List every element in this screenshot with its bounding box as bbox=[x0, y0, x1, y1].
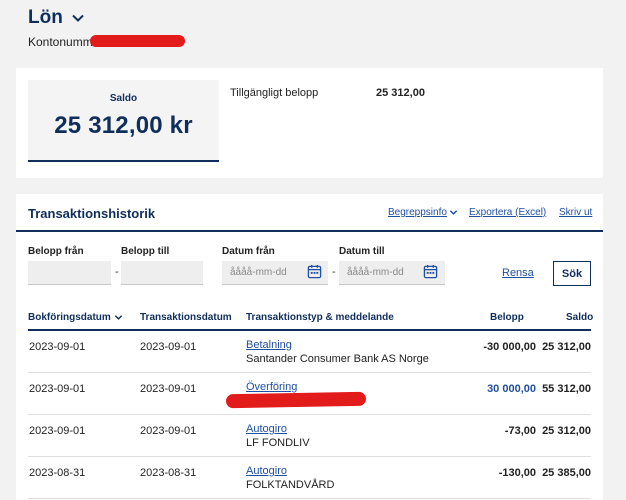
calendar-icon[interactable] bbox=[307, 264, 322, 279]
chevron-down-icon bbox=[72, 14, 84, 22]
table-row[interactable]: 2023-08-31 2023-08-31 Autogiro FOLKTANDV… bbox=[28, 457, 591, 499]
transaction-message: FOLKTANDVÅRD bbox=[246, 479, 335, 491]
balance-card: Saldo 25 312,00 kr Tillgängligt belopp 2… bbox=[16, 68, 603, 178]
balance: 25 385,00 bbox=[542, 467, 591, 479]
transaction-date: 2023-09-01 bbox=[140, 383, 197, 395]
account-selector[interactable]: Lön bbox=[28, 7, 85, 29]
transactions-header: Transaktionshistorik Begreppsinfo Export… bbox=[16, 194, 603, 232]
available-balance-label: Tillgängligt belopp bbox=[230, 87, 319, 99]
transaction-type-link[interactable]: Autogiro bbox=[246, 423, 287, 435]
transaction-type-link[interactable]: Överföring bbox=[246, 381, 297, 393]
balance: 25 312,00 bbox=[542, 341, 591, 353]
booking-date: 2023-08-31 bbox=[29, 467, 86, 479]
amount-from-label: Belopp från bbox=[28, 246, 84, 257]
balance: 55 312,00 bbox=[542, 383, 591, 395]
calendar-icon[interactable] bbox=[423, 264, 438, 279]
column-header-type[interactable]: Transaktionstyp & meddelande bbox=[246, 312, 394, 323]
date-from-label: Datum från bbox=[222, 246, 275, 257]
balance: 25 312,00 bbox=[542, 425, 591, 437]
amount-from-input[interactable] bbox=[28, 261, 111, 285]
sort-booking-date[interactable]: Bokföringsdatum bbox=[28, 312, 123, 323]
transaction-type-link[interactable]: Autogiro bbox=[246, 465, 287, 477]
transactions-title: Transaktionshistorik bbox=[28, 206, 156, 221]
clear-filters-link[interactable]: Rensa bbox=[502, 267, 534, 279]
print-link[interactable]: Skriv ut bbox=[559, 207, 592, 218]
transaction-date: 2023-09-01 bbox=[140, 425, 197, 437]
transaction-message: LF FONDLIV bbox=[246, 437, 310, 449]
amount: 30 000,00 bbox=[487, 383, 536, 395]
amount-to-label: Belopp till bbox=[121, 246, 170, 257]
search-button[interactable]: Sök bbox=[553, 261, 591, 286]
amount-to-input[interactable] bbox=[121, 261, 203, 285]
transaction-date: 2023-09-01 bbox=[140, 341, 197, 353]
export-excel-link[interactable]: Exportera (Excel) bbox=[469, 207, 546, 218]
column-header-amount[interactable]: Belopp bbox=[490, 312, 524, 323]
saldo-value: 25 312,00 kr bbox=[54, 112, 193, 139]
column-header-booking-date: Bokföringsdatum bbox=[28, 312, 111, 323]
begreppsinfo-label: Begreppsinfo bbox=[388, 207, 447, 218]
chevron-down-icon bbox=[114, 315, 122, 320]
transaction-date: 2023-08-31 bbox=[140, 467, 197, 479]
transactions-card: Transaktionshistorik Begreppsinfo Export… bbox=[16, 194, 603, 500]
available-balance-value: 25 312,00 bbox=[376, 87, 425, 99]
saldo-label: Saldo bbox=[109, 93, 138, 104]
table-row[interactable]: 2023-09-01 2023-09-01 Betalning Santande… bbox=[28, 331, 591, 373]
column-header-balance[interactable]: Saldo bbox=[566, 312, 593, 323]
saldo-box: Saldo 25 312,00 kr bbox=[28, 80, 219, 162]
booking-date: 2023-09-01 bbox=[29, 383, 86, 395]
date-to-placeholder: åååå-mm-dd bbox=[347, 267, 404, 278]
booking-date: 2023-09-01 bbox=[29, 341, 86, 353]
transaction-message: Santander Consumer Bank AS Norge bbox=[246, 353, 429, 365]
begreppsinfo-link[interactable]: Begreppsinfo bbox=[388, 207, 458, 218]
date-from-placeholder: åååå-mm-dd bbox=[230, 267, 287, 278]
redaction-mark bbox=[225, 391, 367, 409]
amount: -73,00 bbox=[504, 425, 536, 437]
chevron-down-icon bbox=[449, 210, 458, 215]
column-header-transaction-date[interactable]: Transaktionsdatum bbox=[140, 312, 232, 323]
date-to-label: Datum till bbox=[339, 246, 385, 257]
amount: -30 000,00 bbox=[483, 341, 536, 353]
range-dash: - bbox=[115, 266, 119, 278]
account-title: Lön bbox=[28, 7, 63, 28]
range-dash: - bbox=[332, 266, 336, 278]
redaction-mark bbox=[90, 35, 185, 47]
transaction-type-link[interactable]: Betalning bbox=[246, 339, 292, 351]
table-row[interactable]: 2023-09-01 2023-09-01 Autogiro LF FONDLI… bbox=[28, 415, 591, 457]
amount: -130,00 bbox=[498, 467, 536, 479]
booking-date: 2023-09-01 bbox=[29, 425, 86, 437]
